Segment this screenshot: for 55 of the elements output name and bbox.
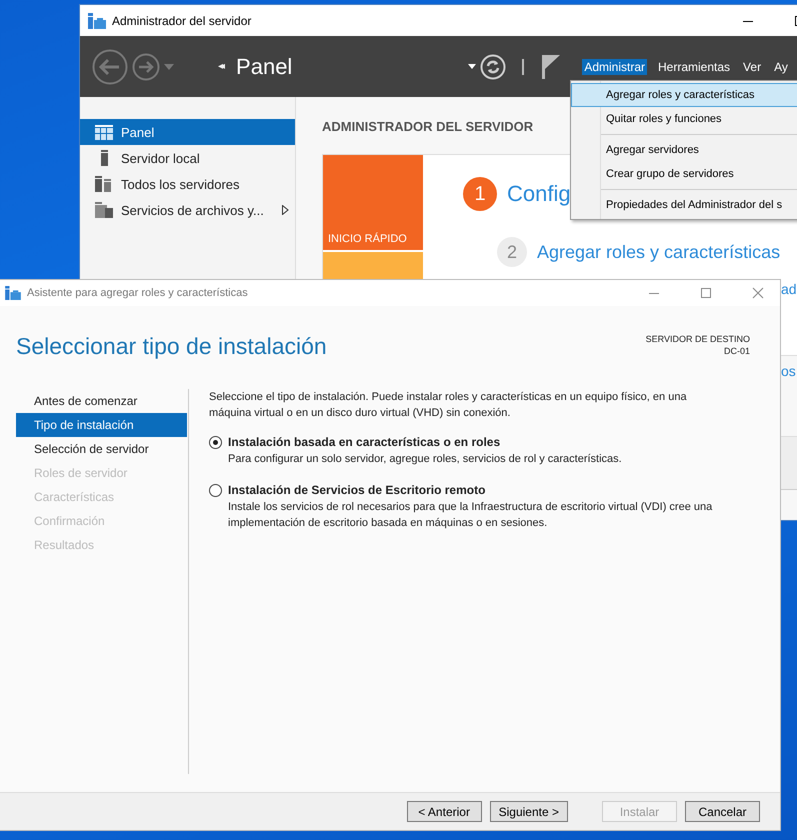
refresh-icon[interactable]: [480, 54, 506, 80]
file-servers-icon: [95, 202, 113, 218]
option-label[interactable]: Instalación de Servicios de Escritorio remoto: [228, 483, 486, 497]
wizard-button[interactable]: < Anterior: [406, 801, 482, 822]
menu-item[interactable]: Administrar: [582, 58, 648, 74]
step-number: 1: [463, 177, 497, 211]
partial-text: os: [781, 363, 796, 379]
sidebar-label: Todos los servidores: [121, 176, 240, 192]
intro-text: Seleccione el tipo de instalación. Puede instalar roles y características en un equipo físico, en una máquina virtual o en un disco duro virtual (VHD) sin conexión.: [209, 390, 688, 421]
sidebar-label: Panel: [121, 124, 154, 140]
step-link[interactable]: Config: [507, 181, 571, 207]
radio-button[interactable]: [209, 436, 222, 448]
menu-option[interactable]: Quitar roles y funciones: [571, 107, 797, 131]
section-heading: ADMINISTRADOR DEL SERVIDOR: [322, 119, 534, 134]
option-description: Para configurar un solo servidor, agregue roles, servicios de rol y características.: [228, 452, 623, 467]
sidebar-item[interactable]: Panel: [80, 119, 295, 145]
menu-option[interactable]: Crear grupo de servidores: [571, 162, 797, 186]
destination-label: SERVIDOR DE DESTINO: [646, 333, 750, 345]
servers-icon: [95, 176, 113, 192]
radio-button[interactable]: [209, 484, 222, 496]
dropdown-caret-icon[interactable]: [468, 64, 476, 69]
destination-server: DC-01: [724, 345, 750, 357]
wizard-button[interactable]: Cancelar: [685, 801, 760, 822]
page-title: Panel: [236, 54, 292, 80]
page-heading: Seleccionar tipo de instalación: [16, 333, 327, 361]
breadcrumb-marker[interactable]: ◂◂: [218, 61, 222, 72]
window-title: Administrador del servidor: [112, 14, 252, 28]
app-icon: [5, 286, 21, 300]
menu-option[interactable]: Propiedades del Administrador del s: [571, 193, 797, 217]
close-icon[interactable]: [752, 287, 764, 299]
menu-item[interactable]: Ay: [772, 58, 790, 74]
menu-option[interactable]: Agregar roles y características: [571, 83, 797, 107]
window-title: Asistente para agregar roles y características: [27, 287, 248, 299]
menu-option[interactable]: Agregar servidores: [571, 138, 797, 162]
sidebar-label: Servidor local: [121, 150, 200, 166]
maximize-icon[interactable]: [700, 287, 712, 299]
sidebar-item[interactable]: Todos los servidores: [80, 171, 295, 197]
partial-text: ad: [781, 281, 797, 297]
flag-icon[interactable]: [542, 54, 560, 78]
option-label[interactable]: Instalación basada en características o en roles: [228, 435, 500, 449]
sidebar-label: Servicios de archivos y...: [121, 202, 264, 218]
wizard-step[interactable]: Tipo de instalación: [16, 413, 187, 437]
app-icon: [88, 12, 106, 28]
wizard-button[interactable]: Siguiente >: [490, 801, 568, 822]
sidebar-item[interactable]: Servicios de archivos y...: [80, 197, 295, 223]
dashboard-icon: [95, 124, 113, 140]
expand-icon[interactable]: [282, 205, 289, 215]
option-description: Instale los servicios de rol necesarios para que la Infraestructura de escritorio virtual (VDI) cree una implementación de escritorio basada en máquinas o en sesiones.: [228, 500, 714, 531]
sidebar-item[interactable]: Servidor local: [80, 145, 295, 171]
step-link[interactable]: Agregar roles y características: [537, 242, 780, 262]
wizard-step[interactable]: Antes de comenzar: [16, 389, 187, 413]
menu-item[interactable]: Ver: [741, 58, 764, 74]
step-number: 2: [497, 237, 527, 267]
wizard-step[interactable]: Selección de servidor: [16, 437, 187, 461]
menu-item[interactable]: Herramientas: [656, 58, 732, 74]
